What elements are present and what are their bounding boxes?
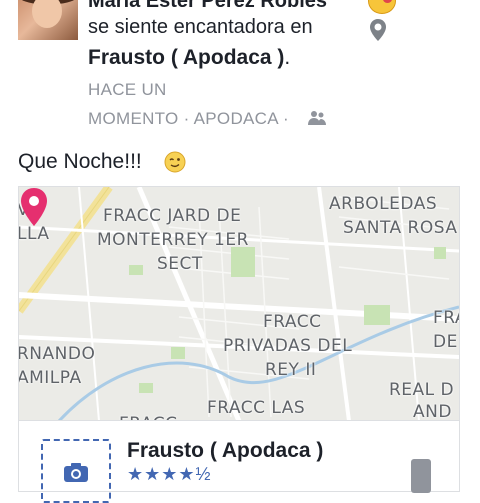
location-link[interactable]: APODACA — [194, 109, 278, 128]
post-body-text: Que Noche!!! — [18, 150, 142, 173]
location-map[interactable]: VA LLA FRACC JARD DE MONTERREY 1ER SECT … — [18, 186, 460, 421]
place-card-title[interactable]: Frausto ( Apodaca ) — [127, 439, 323, 463]
rating-stars: ★★★★½ — [127, 464, 212, 484]
map-label-arboledas-1: ARBOLEDAS — [329, 194, 438, 214]
location-pin-icon — [370, 19, 386, 41]
place-card[interactable]: Frausto ( Apodaca ) ★★★★½ — [18, 420, 460, 503]
map-label-privadas-1: FRACC — [263, 312, 322, 332]
map-label-fra: FRA — [433, 308, 459, 328]
map-label-de: DE — [433, 332, 458, 352]
map-label-jard-3: SECT — [157, 254, 203, 274]
map-label-jard-1: FRACC JARD DE — [103, 206, 242, 226]
meta-line: MOMENTO · APODACA · — [88, 109, 289, 129]
map-label-privadas-3: REY II — [265, 360, 317, 380]
timestamp-line1[interactable]: HACE UN — [88, 80, 167, 100]
map-label-rnando: RNANDO — [18, 344, 96, 364]
wink-emoji-icon — [164, 151, 186, 173]
checkin-place-link[interactable]: Frausto ( Apodaca ). — [88, 46, 290, 70]
author-avatar[interactable] — [18, 0, 78, 40]
avatar-face — [32, 0, 62, 28]
map-label-real-1: REAL D — [389, 380, 455, 400]
map-location-pin-icon[interactable] — [19, 187, 49, 227]
place-name-text[interactable]: Frausto ( Apodaca ) — [88, 46, 284, 69]
place-suffix: . — [284, 46, 291, 69]
map-label-fracc-las: FRACC LAS — [207, 398, 306, 418]
save-place-button[interactable] — [411, 459, 431, 493]
friends-audience-icon[interactable] — [308, 110, 326, 126]
map-label-jard-2: MONTERREY 1ER — [97, 230, 249, 250]
map-label-arboledas-2: SANTA ROSA — [343, 218, 458, 238]
map-label-real-2: AND — [413, 402, 452, 421]
author-name[interactable]: Maria Ester Perez Robles — [88, 0, 327, 13]
add-photo-button[interactable] — [41, 439, 111, 503]
map-label-privadas-2: PRIVADAS DEL — [223, 336, 353, 356]
feeling-emoji-icon — [368, 0, 396, 14]
map-label-amilpa: AMILPA — [18, 368, 82, 388]
timestamp-line2[interactable]: MOMENTO — [88, 109, 179, 128]
status-text: se siente encantadora en — [88, 16, 313, 38]
meta-separator: · — [282, 109, 289, 128]
meta-separator: · — [183, 109, 190, 128]
